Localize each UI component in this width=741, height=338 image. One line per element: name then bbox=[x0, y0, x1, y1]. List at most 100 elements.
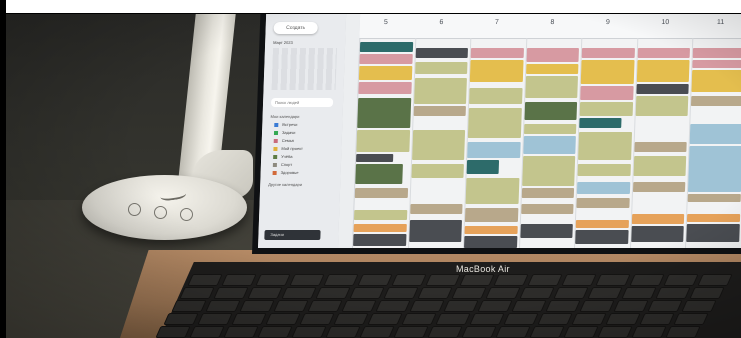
day-number[interactable]: 9 bbox=[606, 19, 610, 26]
event-block[interactable] bbox=[353, 224, 407, 232]
day-number[interactable]: 10 bbox=[661, 19, 669, 26]
keyboard-key bbox=[315, 287, 351, 299]
event-block[interactable] bbox=[520, 204, 574, 214]
calendar-list-item[interactable]: Мой проект bbox=[273, 146, 341, 152]
event-block[interactable] bbox=[692, 48, 741, 58]
event-block[interactable] bbox=[413, 78, 467, 104]
event-block[interactable] bbox=[687, 146, 741, 192]
day-header-row: 5 6 7 8 9 10 11 bbox=[359, 14, 741, 39]
keyboard-key bbox=[357, 274, 393, 286]
event-block[interactable] bbox=[522, 136, 576, 154]
event-block[interactable] bbox=[410, 164, 464, 178]
event-block[interactable] bbox=[414, 62, 468, 74]
keyboard-key bbox=[673, 313, 709, 325]
event-block[interactable] bbox=[687, 194, 741, 202]
event-block[interactable] bbox=[580, 86, 634, 100]
keyboard-key bbox=[459, 274, 495, 286]
event-block[interactable] bbox=[578, 132, 632, 160]
event-block[interactable] bbox=[353, 234, 406, 246]
calendar-list-item[interactable]: Семья bbox=[273, 138, 342, 144]
keyboard-key bbox=[435, 313, 471, 325]
event-block[interactable] bbox=[359, 54, 413, 64]
todo-button[interactable]: Задачи bbox=[264, 230, 321, 240]
event-block[interactable] bbox=[519, 224, 573, 238]
event-block[interactable] bbox=[464, 226, 518, 234]
event-block[interactable] bbox=[354, 188, 408, 198]
event-block[interactable] bbox=[632, 182, 686, 192]
event-block[interactable] bbox=[689, 124, 741, 144]
event-block[interactable] bbox=[575, 230, 629, 244]
event-block[interactable] bbox=[357, 98, 411, 128]
search-people-input[interactable]: Поиск людей bbox=[270, 98, 334, 107]
event-block[interactable] bbox=[358, 82, 412, 94]
event-block[interactable] bbox=[465, 178, 519, 204]
event-block[interactable] bbox=[411, 130, 466, 160]
event-block[interactable] bbox=[525, 48, 579, 62]
day-number[interactable]: 11 bbox=[717, 19, 725, 26]
event-block[interactable] bbox=[576, 198, 630, 208]
mini-calendar-grid[interactable] bbox=[271, 48, 337, 90]
event-block[interactable] bbox=[358, 66, 412, 80]
event-block[interactable] bbox=[523, 102, 578, 120]
event-block[interactable] bbox=[691, 70, 741, 92]
event-block[interactable] bbox=[633, 142, 687, 152]
event-block[interactable] bbox=[575, 220, 629, 228]
event-block[interactable] bbox=[525, 64, 579, 74]
event-block[interactable] bbox=[359, 42, 413, 52]
event-block[interactable] bbox=[576, 182, 630, 194]
event-block[interactable] bbox=[413, 106, 466, 116]
event-block[interactable] bbox=[581, 48, 635, 58]
event-block[interactable] bbox=[580, 60, 635, 84]
calendar-list-item[interactable]: Задачи bbox=[273, 130, 342, 136]
keyboard-key bbox=[257, 326, 293, 338]
calendar-list-item[interactable]: Спорт bbox=[272, 162, 341, 168]
event-block[interactable] bbox=[692, 60, 741, 68]
day-number[interactable]: 5 bbox=[384, 19, 388, 26]
event-block[interactable] bbox=[521, 188, 575, 198]
event-block[interactable] bbox=[415, 48, 468, 58]
create-button[interactable]: Создать bbox=[273, 22, 318, 34]
calendar-list-item-label: Учёба bbox=[281, 154, 293, 159]
event-block[interactable] bbox=[636, 60, 690, 82]
keyboard-key bbox=[265, 313, 301, 325]
event-block[interactable] bbox=[467, 142, 521, 158]
event-block[interactable] bbox=[355, 164, 404, 184]
keyboard-key bbox=[401, 313, 437, 325]
event-block[interactable] bbox=[635, 96, 689, 116]
keyboard-key bbox=[595, 274, 631, 286]
event-block[interactable] bbox=[353, 210, 407, 220]
event-block[interactable] bbox=[464, 236, 517, 248]
keyboard-key bbox=[495, 326, 531, 338]
event-block[interactable] bbox=[464, 208, 518, 222]
event-block[interactable] bbox=[521, 156, 576, 186]
event-block[interactable] bbox=[524, 76, 579, 98]
event-block[interactable] bbox=[633, 156, 687, 176]
event-block[interactable] bbox=[408, 220, 462, 242]
event-block[interactable] bbox=[686, 214, 740, 222]
laptop-brand-label: MacBook Air bbox=[456, 264, 510, 274]
event-block[interactable] bbox=[579, 102, 633, 116]
calendar-list-item[interactable]: Учёба bbox=[273, 154, 341, 160]
event-block[interactable] bbox=[467, 108, 522, 138]
event-block[interactable] bbox=[686, 224, 740, 242]
event-block[interactable] bbox=[409, 204, 463, 214]
calendar-list-item[interactable]: Здоровье bbox=[272, 170, 341, 176]
event-block[interactable] bbox=[356, 154, 394, 162]
event-block[interactable] bbox=[630, 226, 684, 242]
event-block[interactable] bbox=[470, 48, 524, 58]
event-block[interactable] bbox=[523, 124, 577, 134]
calendar-list-item[interactable]: Встречи bbox=[274, 122, 342, 128]
event-block[interactable] bbox=[637, 48, 690, 58]
day-number[interactable]: 6 bbox=[439, 19, 443, 26]
day-number[interactable]: 7 bbox=[495, 19, 499, 26]
event-block[interactable] bbox=[579, 118, 622, 128]
day-number[interactable]: 8 bbox=[550, 19, 554, 26]
event-block[interactable] bbox=[577, 164, 631, 176]
event-block[interactable] bbox=[356, 130, 410, 152]
event-block[interactable] bbox=[690, 96, 741, 106]
event-block[interactable] bbox=[631, 214, 685, 224]
event-block[interactable] bbox=[469, 88, 523, 104]
event-block[interactable] bbox=[469, 60, 524, 82]
event-block[interactable] bbox=[466, 160, 499, 174]
event-block[interactable] bbox=[635, 84, 689, 94]
